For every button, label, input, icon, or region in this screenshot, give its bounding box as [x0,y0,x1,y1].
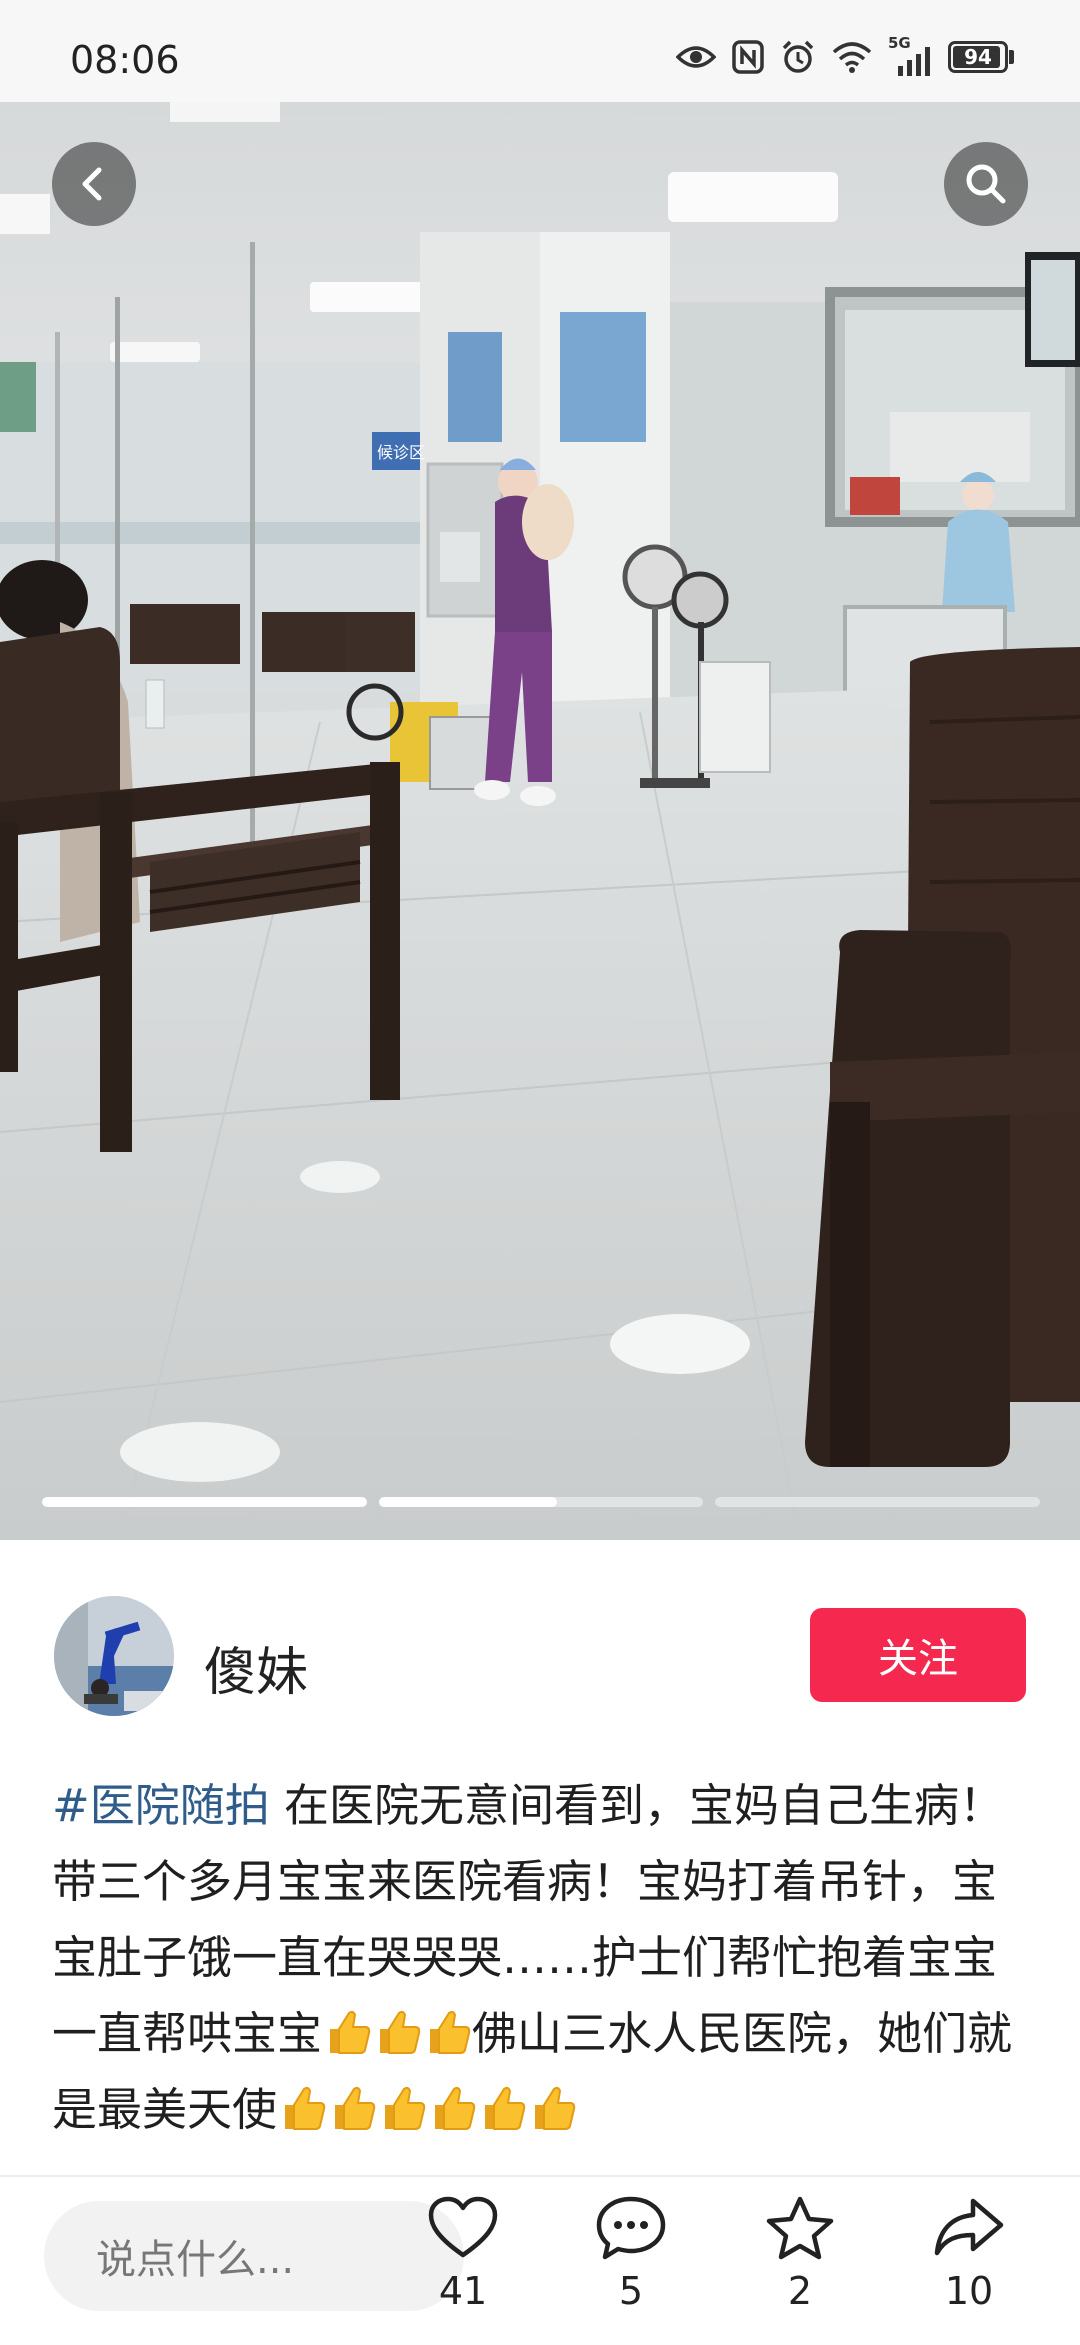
author-row: 傻妹 关注 [0,1590,1080,1720]
image-progress-indicator [42,1497,1041,1507]
like-button[interactable]: 41 [408,2195,518,2345]
bottom-action-bar: 说点什么... 41 5 2 10 [0,2175,1080,2342]
favorite-button[interactable]: 2 [745,2195,855,2345]
status-time: 08:06 [70,38,180,82]
battery-level: 94 [964,45,992,69]
heart-icon [428,2196,498,2258]
thumbs-up-icon [335,2086,376,2130]
comment-placeholder: 说点什么... [96,2237,295,2283]
thumbs-up-icon [485,2086,526,2130]
eye-icon [676,46,716,68]
thumbs-up-emoji-run [322,2007,472,2060]
star-icon [766,2196,834,2260]
chevron-left-icon [82,167,102,201]
avatar[interactable] [54,1596,174,1716]
progress-segment [378,1497,704,1507]
alarm-icon [782,40,814,73]
comment-input[interactable]: 说点什么... [44,2201,464,2311]
hashtag-link[interactable]: #医院随拍 [52,1779,270,1832]
thumbs-up-icon [385,2086,426,2130]
hospital-scene-image: 候诊区 [0,102,1080,1540]
comment-bubble-icon [596,2196,666,2260]
share-arrow-icon [934,2198,1004,2256]
nfc-icon [732,40,764,74]
comment-count: 5 [618,2269,644,2313]
thumbs-up-icon [430,2010,471,2054]
like-count: 41 [438,2269,488,2313]
status-bar: 08:06 5G 94 [0,0,1080,102]
thumbs-up-icon [330,2010,371,2054]
post-caption: #医院随拍 在医院无意间看到，宝妈自己生病！带三个多月宝宝来医院看病！宝妈打着吊… [52,1768,1032,2188]
signal-icon: 5G [888,34,932,76]
thumbs-up-icon [435,2086,476,2130]
wifi-icon [832,42,872,73]
thumbs-up-icon [285,2086,326,2130]
battery-icon: 94 [948,41,1014,73]
follow-button[interactable]: 关注 [810,1608,1026,1702]
share-button[interactable]: 10 [914,2195,1024,2345]
progress-segment-fill [42,1497,367,1507]
svg-text:候诊区: 候诊区 [377,443,425,462]
thumbs-up-icon [380,2010,421,2054]
favorite-count: 2 [787,2269,813,2313]
back-button[interactable] [52,142,136,226]
author-name[interactable]: 傻妹 [204,1630,308,1705]
progress-segment [715,1497,1041,1507]
progress-segment-fill [378,1497,558,1507]
status-icons: 5G 94 [676,34,1014,80]
share-count: 10 [944,2269,994,2313]
search-button[interactable] [944,142,1028,226]
progress-segment [42,1497,367,1507]
post-photo[interactable]: 候诊区 [0,102,1080,1540]
thumbs-up-icon [535,2086,576,2130]
thumbs-up-emoji-run [277,2083,577,2136]
comment-button[interactable]: 5 [576,2195,686,2345]
search-icon [966,164,1006,204]
